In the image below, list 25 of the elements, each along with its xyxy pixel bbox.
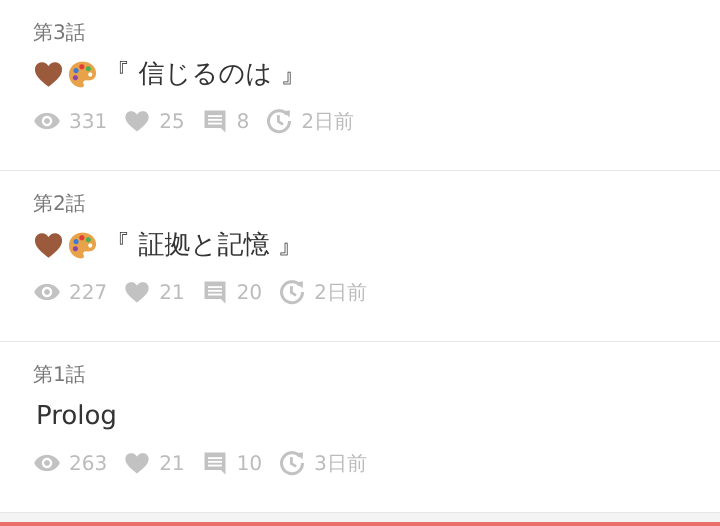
episode-title: 『 信じるのは 』: [104, 58, 307, 91]
history-icon: [278, 278, 306, 306]
episode-number: 第1話: [33, 361, 87, 388]
comment-count: 10: [236, 451, 262, 475]
episode-title: 『 証拠と記憶 』: [104, 229, 304, 262]
updated-time: 3日前: [314, 450, 367, 476]
like-count: 21: [159, 451, 185, 475]
like-count: 21: [159, 280, 185, 304]
episode-item[interactable]: 第2話 『 証拠と記憶 』 227 21 20 2日前: [0, 171, 720, 342]
palette-icon: [67, 58, 98, 90]
updated-time: 2日前: [314, 278, 367, 306]
episode-item[interactable]: 第3話 『 信じるのは 』 331 25 8 2日前: [0, 0, 720, 171]
like-count: 25: [159, 109, 185, 133]
view-count: 263: [69, 451, 108, 475]
history-icon: [265, 107, 294, 135]
comment-count: 20: [236, 280, 262, 304]
view-count: 227: [69, 280, 108, 304]
episode-number: 第2話: [33, 190, 87, 217]
episode-number: 第3話: [33, 19, 87, 46]
episode-title: Prolog: [36, 400, 117, 433]
view-count: 331: [69, 109, 108, 133]
palette-icon: [67, 230, 98, 260]
updated-time: 2日前: [301, 108, 354, 134]
comment-count: 8: [236, 109, 250, 133]
history-icon: [278, 449, 306, 477]
